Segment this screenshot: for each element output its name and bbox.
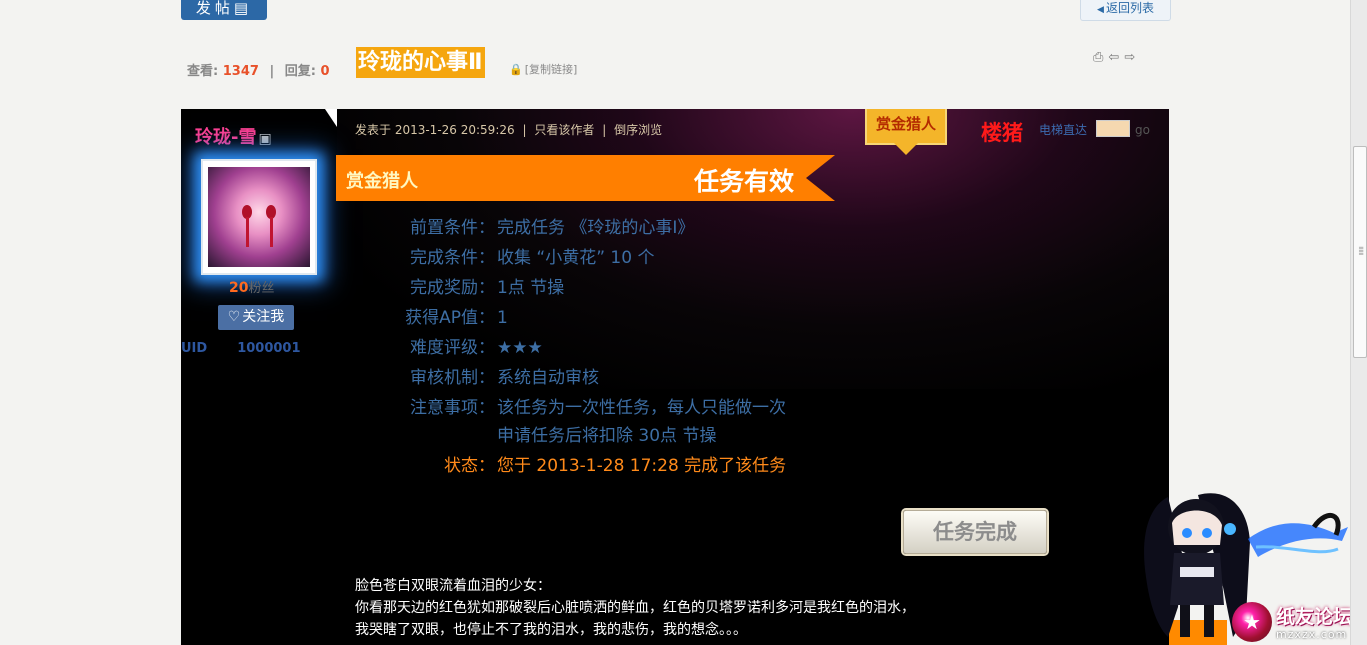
site-domain: mzxzx.com xyxy=(1276,628,1348,641)
floor-label: 楼猪 xyxy=(981,121,1023,145)
task-row-value: 该任务为一次性任务，每人只能做一次 xyxy=(497,398,786,418)
grip-icon: ═ ═ ═ xyxy=(1359,244,1364,258)
task-banner-type: 赏金猎人 xyxy=(346,171,418,192)
replies-count: 0 xyxy=(320,64,330,79)
meta-separator: | xyxy=(522,123,527,137)
task-row-key: 完成奖励： xyxy=(410,278,495,298)
fans-label: 粉丝 xyxy=(248,281,275,296)
post-body-line: 你看那天边的红色犹如那破裂后心脏喷洒的鲜血，红色的贝塔罗诺利多河是我红色的泪水， xyxy=(355,600,915,616)
task-row-key: 获得AP值： xyxy=(405,308,495,328)
bounty-hunter-badge: 赏金猎人 xyxy=(865,109,947,155)
copy-link[interactable]: 🔒 [复制链接] xyxy=(509,61,577,77)
task-row-key: 完成条件： xyxy=(410,248,495,268)
views-count: 1347 xyxy=(222,64,259,79)
back-to-list-button[interactable]: ◀ 返回列表 xyxy=(1080,0,1171,21)
next-icon[interactable]: ⇨ xyxy=(1124,50,1135,65)
task-row-key: 注意事项： xyxy=(410,398,495,418)
only-author-link[interactable]: 只看该作者 xyxy=(534,123,594,137)
uid-value: 1000001 xyxy=(237,341,301,356)
post-body: 脸色苍白双眼流着血泪的少女： 你看那天边的红色犹如那破裂后心脏喷洒的鲜血，红色的… xyxy=(355,575,915,641)
task-row: 难度评级： ★★★ xyxy=(401,333,543,358)
stats-separator: | xyxy=(269,64,275,79)
reverse-order-link[interactable]: 倒序浏览 xyxy=(614,123,662,137)
task-complete-button[interactable]: 任务完成 xyxy=(903,510,1047,554)
fans-number: 20 xyxy=(229,280,249,296)
print-icon[interactable]: ⎙ xyxy=(1093,50,1103,65)
fans-count[interactable]: 20粉丝 xyxy=(229,277,275,296)
new-post-label: 发帖 xyxy=(195,0,234,17)
task-row-value: 申请任务后将扣除 30点 节操 xyxy=(497,426,717,446)
author-column: 玲珑-雪 ▣ 20粉丝 ♡ 关注我 UID 1000001 xyxy=(181,109,337,645)
avatar-image xyxy=(208,167,310,267)
hearts-icon: ♡ xyxy=(227,309,241,325)
uid-row: UID 1000001 xyxy=(181,341,301,356)
site-name: 纸友论坛 xyxy=(1276,606,1353,628)
star-icon: ★ xyxy=(1232,602,1272,642)
thread-title: 玲珑的心事Ⅱ xyxy=(356,47,485,78)
thread-stats: 查看: 1347 | 回复: 0 xyxy=(187,60,330,79)
task-status-row: 状态： 您于 2013-1-28 17:28 完成了该任务 xyxy=(401,451,786,476)
task-row-key: 状态： xyxy=(444,456,495,476)
task-row: 完成奖励： 1点 节操 xyxy=(401,273,564,298)
lock-icon: 🔒 xyxy=(509,63,523,76)
task-row-value: 系统自动审核 xyxy=(497,368,599,388)
thread-tools: ⎙ ⇦ ⇨ xyxy=(1093,50,1140,65)
list-icon: ▤ xyxy=(233,0,253,17)
task-row-value: 收集 “小黄花” 10 个 xyxy=(497,248,655,268)
task-row-value: 1 xyxy=(497,308,508,328)
post-date: 发表于 2013-1-26 20:59:26 xyxy=(355,123,515,137)
corner-decoration xyxy=(325,109,337,127)
triangle-left-icon: ◀ xyxy=(1097,5,1104,15)
page-scrollbar[interactable]: ═ ═ ═ xyxy=(1350,0,1367,645)
task-row-key: 难度评级： xyxy=(410,338,495,358)
elevator-label: 电梯直达 xyxy=(1039,123,1088,137)
go-button[interactable]: go xyxy=(1135,123,1150,137)
avatar-tear xyxy=(246,217,249,247)
copy-link-label: [复制链接] xyxy=(524,63,578,76)
post-meta: 发表于 2013-1-26 20:59:26 | 只看该作者 | 倒序浏览 xyxy=(355,121,662,138)
uid-label: UID xyxy=(181,341,208,356)
task-row-value: 1点 节操 xyxy=(497,278,565,298)
post-body-line: 我哭瞎了双眼，也停止不了我的泪水，我的悲伤，我的想念。。。 xyxy=(355,622,747,638)
task-banner-status: 任务有效 xyxy=(694,167,795,196)
task-row: 申请任务后将扣除 30点 节操 xyxy=(401,421,716,446)
task-row: 审核机制： 系统自动审核 xyxy=(401,363,599,388)
task-row: 完成条件： 收集 “小黄花” 10 个 xyxy=(401,243,654,268)
task-row: 获得AP值： 1 xyxy=(401,303,508,328)
task-row: 注意事项： 该任务为一次性任务，每人只能做一次 xyxy=(401,393,786,418)
views-label: 查看: xyxy=(187,64,219,79)
author-name-text: 玲珑-雪 xyxy=(195,127,257,148)
task-row: 前置条件： 完成任务 《玲珑的心事Ⅰ》 xyxy=(401,213,694,238)
new-post-button[interactable]: 发帖▤ xyxy=(181,0,267,20)
avatar[interactable] xyxy=(201,159,317,275)
follow-label: 关注我 xyxy=(242,309,285,325)
author-name[interactable]: 玲珑-雪 ▣ xyxy=(195,123,272,149)
follow-button[interactable]: ♡ 关注我 xyxy=(218,305,294,330)
meta-separator: | xyxy=(602,123,607,137)
replies-label: 回复: xyxy=(284,64,316,79)
scrollbar-thumb[interactable]: ═ ═ ═ xyxy=(1353,146,1367,358)
task-row-key: 审核机制： xyxy=(410,368,495,388)
back-to-list-label: 返回列表 xyxy=(1105,1,1154,15)
floor-jump-input[interactable] xyxy=(1096,120,1130,137)
task-row-key: 前置条件： xyxy=(410,218,495,238)
site-logo: ★ 纸友论坛 mzxzx.com xyxy=(1228,602,1367,644)
post-body-line: 脸色苍白双眼流着血泪的少女： xyxy=(355,578,551,594)
task-row-value[interactable]: 完成任务 《玲珑的心事Ⅰ》 xyxy=(497,218,694,238)
prev-icon[interactable]: ⇦ xyxy=(1108,50,1119,65)
avatar-tear xyxy=(270,217,273,247)
task-row-value: ★★★ xyxy=(497,338,543,358)
task-row-value: 您于 2013-1-28 17:28 完成了该任务 xyxy=(497,456,787,476)
profile-card-icon[interactable]: ▣ xyxy=(258,131,271,147)
task-banner: 赏金猎人 任务有效 xyxy=(336,155,835,201)
post-panel: 玲珑-雪 ▣ 20粉丝 ♡ 关注我 UID 1000001 发表于 2013-1-26… xyxy=(181,109,1169,645)
